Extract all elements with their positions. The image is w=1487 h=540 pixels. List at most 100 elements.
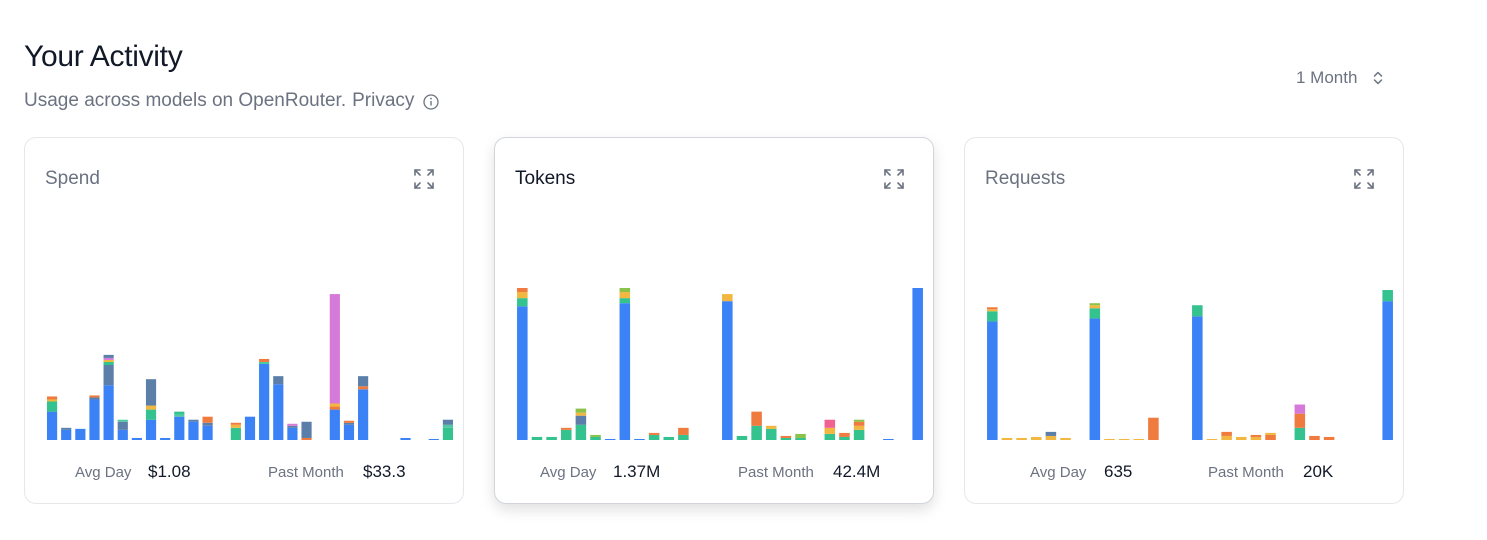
bar-segment	[103, 361, 114, 366]
bar-segment	[987, 311, 998, 322]
bar-segment	[1089, 303, 1101, 306]
bar-segment	[188, 419, 199, 422]
page-subtitle: Usage across models on OpenRouter. Priva…	[24, 90, 440, 112]
bar-segment	[1294, 404, 1306, 414]
bar-segment	[604, 438, 616, 440]
bar-segment	[428, 438, 439, 440]
bar-segment	[1089, 308, 1101, 319]
bar-segment	[1104, 438, 1115, 440]
bar-segment	[1045, 435, 1057, 440]
subtitle-text: Usage across models on OpenRouter.	[24, 90, 347, 111]
chevron-up-down-icon	[1371, 69, 1385, 87]
past-month-label: Past Month	[268, 464, 344, 481]
bar-segment	[117, 421, 128, 430]
bar-segment	[230, 427, 241, 440]
bar-segment	[912, 288, 923, 440]
bar-segment	[795, 437, 806, 440]
bar-segment	[1265, 434, 1276, 440]
expand-icon[interactable]	[413, 168, 435, 190]
bar-segment	[531, 436, 543, 440]
bar-segment	[46, 401, 58, 412]
bar-segment	[202, 422, 213, 426]
bar-segment	[853, 419, 865, 422]
bar-segment	[678, 434, 689, 440]
bar-segment	[61, 429, 72, 440]
bar-segment	[1309, 435, 1320, 440]
avg-day-value: $1.08	[148, 462, 191, 481]
bar-segment	[287, 425, 298, 428]
privacy-link[interactable]: Privacy	[352, 90, 414, 112]
spend-card: Spend Avg Day $1.08 Past Month $33.3	[24, 137, 464, 504]
past-month-value: $33.3	[363, 462, 406, 481]
bar-segment	[46, 411, 58, 440]
bar-segment	[400, 437, 411, 440]
bar-segment	[634, 438, 645, 440]
spend-chart	[46, 294, 454, 440]
bar-segment	[560, 429, 572, 440]
bar-segment	[103, 354, 114, 358]
bar-segment	[1148, 417, 1159, 440]
bar-segment	[301, 421, 312, 438]
bar-segment	[145, 405, 157, 410]
tokens-stats: Avg Day 1.37M Past Month 42.4M	[495, 461, 933, 483]
bar-segment	[230, 422, 241, 425]
bar-segment	[1382, 290, 1393, 302]
info-icon[interactable]	[422, 93, 440, 111]
bar-segment	[795, 433, 806, 438]
bar-segment	[1294, 413, 1306, 428]
bar-segment	[75, 428, 86, 440]
bar-segment	[853, 425, 865, 430]
bar-segment	[663, 436, 675, 440]
expand-icon[interactable]	[1353, 168, 1375, 190]
bar-segment	[619, 288, 631, 293]
bar-segment	[987, 321, 998, 440]
bar-segment	[839, 436, 850, 440]
bar-segment	[188, 421, 199, 440]
bar-segment	[89, 397, 100, 400]
tokens-chart	[517, 288, 923, 440]
bar-segment	[174, 416, 185, 440]
bar-segment	[1221, 435, 1232, 440]
past-month-value: 20K	[1303, 462, 1334, 481]
bar-segment	[883, 438, 894, 440]
bar-segment	[1016, 437, 1027, 440]
bar-segment	[824, 433, 836, 440]
bar-segment	[1060, 437, 1071, 440]
bar-segment	[1001, 437, 1013, 440]
card-title: Tokens	[515, 168, 576, 189]
bar-segment	[780, 435, 792, 438]
bar-segment	[517, 298, 528, 307]
bar-segment	[1382, 301, 1393, 440]
expand-icon[interactable]	[883, 168, 905, 190]
bar-segment	[722, 294, 733, 302]
bar-segment	[103, 359, 114, 362]
bar-segment	[619, 303, 631, 440]
bar-segment	[1192, 305, 1203, 317]
bar-segment	[301, 437, 312, 440]
bar-segment	[1221, 431, 1232, 436]
time-range-select[interactable]: 1 Month	[1290, 64, 1391, 92]
bar-segment	[853, 429, 865, 440]
bar-segment	[575, 408, 587, 413]
bar-segment	[329, 294, 340, 404]
bar-segment	[358, 389, 369, 440]
bar-segment	[1089, 318, 1101, 440]
bar-segment	[273, 376, 284, 385]
bar-segment	[329, 403, 340, 407]
bar-segment	[1265, 432, 1276, 435]
bar-segment	[517, 288, 528, 293]
bar-segment	[131, 437, 142, 440]
bar-segment	[1235, 436, 1247, 440]
bar-segment	[853, 421, 865, 426]
bar-segment	[442, 424, 454, 428]
bar-segment	[46, 396, 58, 400]
bar-segment	[1192, 316, 1203, 440]
bar-segment	[259, 364, 270, 440]
bar-segment	[89, 395, 100, 398]
bar-segment	[287, 427, 298, 440]
bar-segment	[343, 424, 355, 440]
card-title: Spend	[45, 168, 100, 189]
avg-day-label: Avg Day	[75, 464, 132, 481]
bar-segment	[61, 427, 72, 430]
bar-segment	[273, 384, 284, 440]
